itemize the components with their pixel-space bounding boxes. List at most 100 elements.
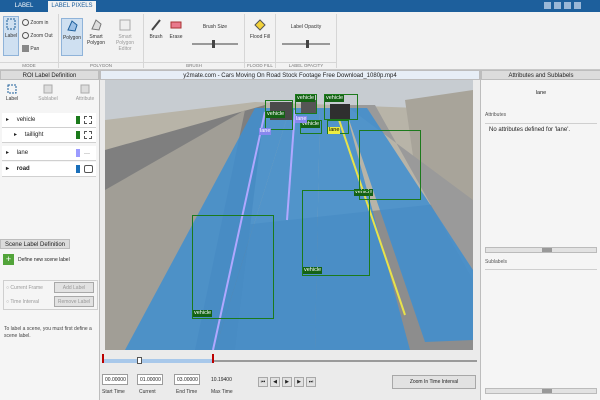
label-name: taillight (24, 132, 44, 138)
smart-polygon-editor-button[interactable]: Smart Polygon Editor (110, 18, 140, 52)
end-time-field[interactable]: 03.00000 (174, 374, 200, 385)
mode-section-label: MODE (0, 62, 58, 69)
time-interval-radio[interactable]: ○ Time Interval (6, 299, 39, 305)
add-label-tool[interactable]: Label (3, 84, 21, 102)
time-interval-text: Time Interval (10, 299, 40, 305)
label-row-lane[interactable]: ▸ lane ··· (2, 146, 96, 161)
sublabel-icon (43, 84, 53, 94)
label-name: lane (16, 150, 29, 156)
scene-help-text: To label a scene, you must first define … (4, 326, 92, 339)
expand-arrow-icon[interactable]: ▸ (14, 132, 17, 138)
scrollbar-thumb[interactable] (542, 389, 552, 393)
scene-panel-title: Scene Label Definition (0, 239, 70, 249)
end-marker[interactable] (212, 354, 214, 363)
attributes-panel: Attributes and Sublabels lane Attributes… (480, 70, 600, 400)
add-attribute-tool[interactable]: Attribute (72, 84, 98, 102)
go-to-start-icon[interactable]: ⏮ (258, 377, 268, 387)
zoom-time-interval-button[interactable]: Zoom In Time Interval (392, 375, 476, 389)
flood-fill-button[interactable]: Flood Fill (247, 18, 273, 40)
bbox-label: vehicle (325, 95, 345, 102)
tab-label-pixels[interactable]: LABEL PIXELS (48, 1, 96, 12)
polygon-button[interactable]: Polygon (61, 18, 83, 56)
scrollbar-thumb[interactable] (542, 248, 552, 252)
label-row-vehicle[interactable]: ▸ vehicle (2, 113, 96, 128)
undo-icon[interactable] (554, 2, 561, 9)
label-row-road[interactable]: ▸ road (2, 162, 96, 177)
polygon-label: Polygon (62, 35, 82, 41)
play-icon[interactable]: ▶ (282, 377, 292, 387)
erase-label: Erase (169, 34, 183, 40)
attributes-scrollbar[interactable] (485, 247, 597, 253)
expand-arrow-icon[interactable]: ▸ (6, 150, 9, 156)
divider (336, 14, 337, 68)
zoom-out-icon (22, 32, 29, 39)
add-sublabel-tool[interactable]: Sublabel (36, 84, 60, 102)
label-name: road (16, 166, 30, 172)
smart-polygon-button[interactable]: Smart Polygon (85, 18, 107, 46)
video-frame[interactable]: vehicle vehicle vehicle vehicle vehicle … (105, 80, 473, 350)
flood-fill-label: Flood Fill (249, 34, 271, 40)
tab-label[interactable]: LABEL (4, 1, 44, 12)
vehicle-bounding-box[interactable]: vehicle (302, 190, 370, 276)
start-marker[interactable] (102, 354, 104, 363)
rectangle-roi-icon (84, 116, 92, 124)
attributes-list: No attributes defined for 'lane'. (485, 123, 597, 253)
lane-tag: lane (295, 116, 308, 123)
roi-toolbar: Label Sublabel Attribute (0, 82, 99, 106)
redo-icon[interactable] (564, 2, 571, 9)
scene-options: ○ Current Frame ○ Time Interval Add Labe… (3, 280, 98, 310)
slider-thumb[interactable] (212, 40, 215, 48)
current-time-field[interactable]: 01.00000 (137, 374, 163, 385)
help-icon[interactable] (574, 2, 581, 9)
pan-icon (22, 45, 29, 52)
start-time-caption: Start Time (102, 389, 125, 395)
slider-thumb[interactable] (306, 40, 309, 48)
vehicle-bounding-box[interactable]: vehicle (265, 100, 293, 130)
erase-button[interactable]: Erase (166, 18, 186, 40)
brush-size-slider[interactable] (192, 40, 238, 48)
expand-arrow-icon[interactable]: ▸ (6, 117, 9, 123)
save-icon[interactable] (544, 2, 551, 9)
remove-scene-label-button[interactable]: Remove Label (54, 296, 94, 307)
label-opacity-slider[interactable] (282, 40, 330, 48)
zoom-out-button[interactable]: Zoom Out (22, 32, 53, 39)
start-time-field[interactable]: 00.00000 (102, 374, 128, 385)
previous-frame-icon[interactable]: ◀ (270, 377, 280, 387)
label-opacity-label: Label Opacity (290, 24, 322, 30)
video-panel: y2mate.com - Cars Moving On Road Stock F… (100, 70, 480, 400)
vehicle-bounding-box[interactable]: vehicle (324, 94, 358, 120)
current-time-thumb[interactable] (137, 357, 142, 364)
rectangle-roi-icon (84, 131, 92, 139)
brush-button[interactable]: Brush (146, 18, 166, 40)
roi-panel-title: ROI Label Definition (0, 70, 99, 80)
max-time-value: 10.19400 (211, 377, 232, 383)
add-scene-label-button[interactable]: Add Label (54, 282, 94, 293)
pan-button[interactable]: Pan (22, 45, 39, 52)
sublabels-scrollbar[interactable] (485, 388, 597, 394)
label-icon (6, 18, 16, 30)
roi-label-panel: ROI Label Definition Label Sublabel Attr… (0, 70, 100, 400)
define-scene-label-button[interactable]: + Define new scene label (3, 253, 97, 267)
next-frame-icon[interactable]: ▶ (294, 377, 304, 387)
current-frame-radio[interactable]: ○ Current Frame (6, 285, 43, 291)
pan-label: Pan (30, 45, 40, 52)
label-color-swatch (76, 149, 80, 157)
quick-access-toolbar (544, 2, 594, 10)
label-icon (7, 84, 17, 94)
zoom-in-icon (22, 19, 29, 26)
label-mode-button[interactable]: Label (3, 16, 19, 56)
max-time-caption: Max Time (211, 389, 233, 395)
attributes-panel-title: Attributes and Sublabels (481, 70, 600, 80)
label-mode-text: Label (4, 33, 18, 39)
zoom-in-button[interactable]: Zoom in (22, 19, 48, 26)
vehicle-bounding-box[interactable]: lane (327, 120, 349, 134)
vehicle-bounding-box[interactable]: vehicle (192, 215, 274, 319)
go-to-end-icon[interactable]: ⏭ (306, 377, 316, 387)
label-row-taillight[interactable]: ▸ taillight (2, 128, 96, 143)
expand-arrow-icon[interactable]: ▸ (6, 166, 9, 172)
smart-polygon-editor-label: Smart Polygon Editor (115, 34, 135, 52)
vehicle-bounding-box[interactable]: vehicle (295, 94, 317, 114)
attribute-tool-text: Attribute (75, 96, 95, 102)
selected-label-name: lane (535, 90, 547, 96)
smart-polygon-icon (91, 19, 102, 31)
